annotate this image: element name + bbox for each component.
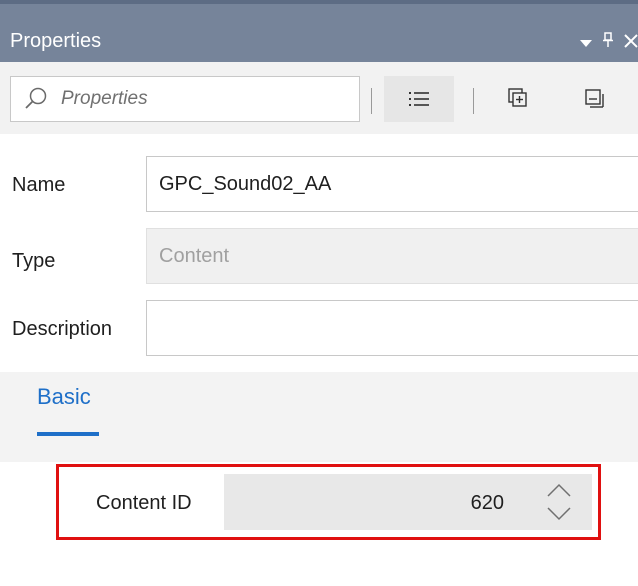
toolbar-separator	[473, 88, 474, 114]
highlight-box	[56, 464, 601, 540]
expand-all-button[interactable]	[484, 76, 554, 122]
properties-toolbar	[0, 62, 638, 134]
search-box[interactable]	[10, 76, 360, 122]
type-label: Type	[12, 250, 56, 272]
panel-window-controls	[580, 32, 638, 51]
name-label: Name	[12, 174, 66, 196]
close-icon[interactable]	[624, 33, 638, 51]
pin-icon[interactable]	[602, 32, 614, 51]
list-view-button[interactable]	[384, 76, 454, 122]
active-tab-indicator	[37, 432, 99, 436]
search-icon	[25, 87, 47, 109]
name-field[interactable]: GPC_Sound02_AA	[146, 156, 638, 212]
list-icon	[409, 92, 429, 106]
collapse-all-button[interactable]	[560, 76, 630, 122]
toolbar-separator	[371, 88, 372, 114]
tab-strip	[0, 372, 638, 462]
collapse-icon	[585, 89, 604, 108]
caret-down-icon[interactable]	[580, 40, 592, 47]
panel-title: Properties	[10, 30, 102, 52]
search-input[interactable]	[59, 87, 343, 111]
description-label: Description	[12, 318, 113, 340]
expand-icon	[508, 88, 527, 107]
type-field: Content	[146, 228, 638, 284]
description-field[interactable]	[146, 300, 638, 356]
tab-basic[interactable]: Basic	[37, 384, 91, 410]
